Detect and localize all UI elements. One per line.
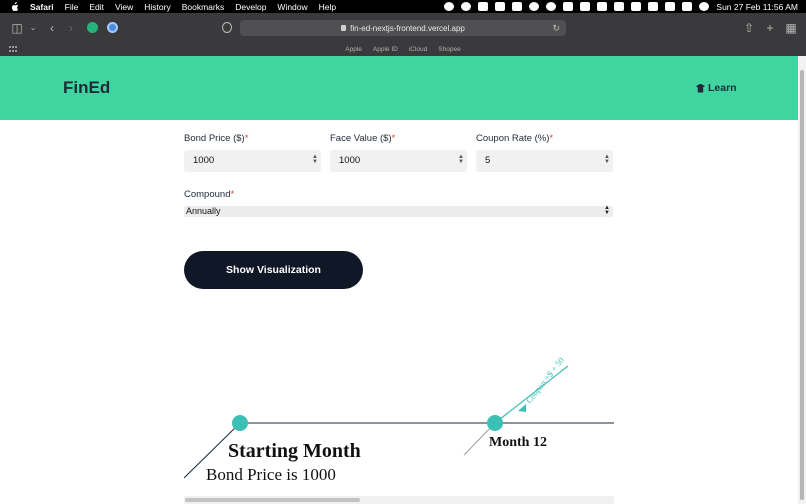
menu-history[interactable]: History <box>144 2 170 12</box>
start-node <box>232 415 248 431</box>
forward-arrow-icon[interactable]: › <box>64 21 78 35</box>
coupon-rate-value: 5 <box>485 155 491 166</box>
macos-menu-bar: Safari File Edit View History Bookmarks … <box>0 0 806 13</box>
menu-file[interactable]: File <box>65 2 79 12</box>
record-icon[interactable] <box>444 2 455 11</box>
coupon-arrow-head <box>518 404 526 412</box>
required-marker: * <box>244 133 249 144</box>
menu-window[interactable]: Window <box>277 2 307 12</box>
stepper-icon[interactable]: ▲ ▼ <box>604 154 610 166</box>
face-value-label: Face Value ($)* <box>330 133 395 144</box>
coupon-label: Coupon +$ + 50 <box>524 355 566 405</box>
select-arrows-icon: ▲ ▼ <box>604 205 610 216</box>
favorite-apple[interactable]: Apple <box>345 46 362 53</box>
new-tab-icon[interactable]: + <box>763 21 777 35</box>
starting-month-title: Starting Month <box>228 440 361 462</box>
arrow-app-icon[interactable] <box>478 2 489 11</box>
face-value-value: 1000 <box>339 155 361 166</box>
sidebar-toggle-icon[interactable]: ◫ <box>10 21 24 35</box>
siri-icon[interactable] <box>699 2 710 11</box>
scrollbar-thumb[interactable] <box>800 70 804 500</box>
menu-help[interactable]: Help <box>319 2 336 12</box>
lock-icon <box>341 25 347 31</box>
stepper-icon[interactable]: ▲ ▼ <box>312 154 318 166</box>
grid-app-icon[interactable] <box>563 2 574 11</box>
required-marker: * <box>230 189 235 200</box>
bond-price-label: Bond Price ($)* <box>184 133 248 144</box>
site-header: FinEd Learn <box>0 56 798 120</box>
page-vertical-scrollbar[interactable] <box>798 56 806 504</box>
bond-price-value: 1000 <box>193 155 215 166</box>
lines-app-icon[interactable] <box>546 2 557 11</box>
site-logo[interactable]: FinEd <box>63 78 110 98</box>
favorite-apple-id[interactable]: Apple ID <box>373 46 398 53</box>
grammarly-extension-icon[interactable] <box>87 22 98 33</box>
compound-label-text: Compound <box>184 189 231 200</box>
circle-app-icon[interactable] <box>461 2 472 11</box>
back-arrow-icon[interactable]: ‹ <box>45 21 59 35</box>
display-icon[interactable] <box>580 2 591 11</box>
share-icon[interactable]: ⇧ <box>742 21 756 35</box>
volume-icon[interactable] <box>614 2 625 11</box>
learn-link[interactable]: Learn <box>696 82 737 94</box>
menu-view[interactable]: View <box>115 2 133 12</box>
chevron-down-icon[interactable]: ⌄ <box>26 21 40 35</box>
month-12-label: Month 12 <box>489 435 547 450</box>
password-extension-icon[interactable] <box>107 22 118 33</box>
cloud-icon[interactable] <box>495 2 506 11</box>
text-app-icon[interactable] <box>597 2 608 11</box>
drive-icon[interactable] <box>512 2 523 11</box>
compound-value: Annually <box>186 206 221 216</box>
url-text: fin-ed-nextjs-frontend.vercel.app <box>350 23 465 33</box>
reload-icon[interactable]: ↻ <box>552 23 560 33</box>
compound-label: Compound* <box>184 189 234 200</box>
menu-develop[interactable]: Develop <box>235 2 266 12</box>
privacy-shield-icon[interactable] <box>222 22 232 33</box>
compound-select[interactable]: Annually ▲ ▼ <box>184 205 613 217</box>
menu-bookmarks[interactable]: Bookmarks <box>182 2 225 12</box>
stepper-icon[interactable]: ▲ ▼ <box>458 154 464 166</box>
coupon-rate-label-text: Coupon Rate (%) <box>476 133 550 144</box>
apple-icon[interactable] <box>10 1 20 12</box>
bond-visualization: Starting Month Bond Price is 1000 Month … <box>184 340 614 504</box>
status-area: Sun 27 Feb 11:56 AM <box>444 0 798 13</box>
learn-label: Learn <box>708 82 737 94</box>
battery-icon[interactable] <box>665 2 676 11</box>
bond-price-input[interactable]: 1000 ▲ ▼ <box>184 150 321 172</box>
menubar-clock[interactable]: Sun 27 Feb 11:56 AM <box>716 2 798 12</box>
menu-edit[interactable]: Edit <box>89 2 104 12</box>
face-value-label-text: Face Value ($) <box>330 133 392 144</box>
scrollbar-thumb[interactable] <box>185 498 360 502</box>
coupon-rate-input[interactable]: 5 ▲ ▼ <box>476 150 613 172</box>
address-bar[interactable]: fin-ed-nextjs-frontend.vercel.app ↻ <box>240 20 566 36</box>
browser-toolbar: ◫ ⌄ ‹ › fin-ed-nextjs-frontend.vercel.ap… <box>0 13 806 56</box>
tab-overview-icon[interactable]: ▦ <box>784 21 798 35</box>
bluetooth-icon[interactable] <box>631 2 642 11</box>
show-visualization-button[interactable]: Show Visualization <box>184 251 363 289</box>
favorites-bar: Apple Apple ID iCloud Shopee <box>0 43 806 56</box>
month-node <box>487 415 503 431</box>
creative-cloud-icon[interactable] <box>529 2 540 11</box>
visualization-horizontal-scrollbar[interactable] <box>184 496 614 504</box>
required-marker: * <box>391 133 396 144</box>
bond-price-caption: Bond Price is 1000 <box>206 465 336 484</box>
coupon-rate-label: Coupon Rate (%)* <box>476 133 553 144</box>
favorite-icloud[interactable]: iCloud <box>409 46 427 53</box>
menu-app-name[interactable]: Safari <box>30 2 54 12</box>
graduation-cap-icon <box>696 83 705 93</box>
required-marker: * <box>549 133 554 144</box>
bond-price-label-text: Bond Price ($) <box>184 133 245 144</box>
face-value-input[interactable]: 1000 ▲ ▼ <box>330 150 467 172</box>
control-center-icon[interactable] <box>682 2 693 11</box>
favorite-shopee[interactable]: Shopee <box>438 46 460 53</box>
wifi-icon[interactable] <box>648 2 659 11</box>
